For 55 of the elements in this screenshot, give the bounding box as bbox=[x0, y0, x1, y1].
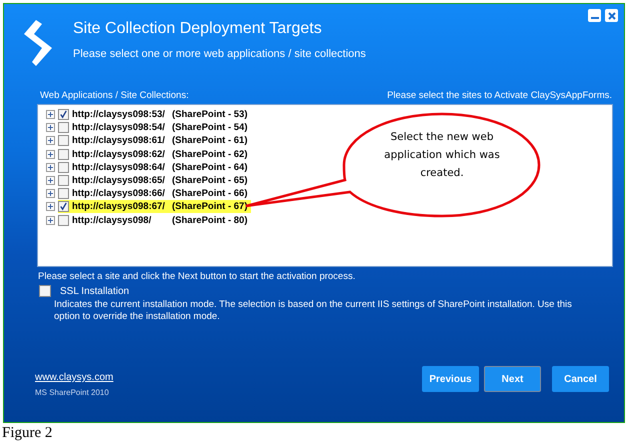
site-name: (SharePoint - 65) bbox=[172, 175, 248, 186]
minimize-button[interactable] bbox=[588, 9, 601, 22]
window-subtitle: Please select one or more web applications / site collections bbox=[73, 48, 367, 60]
expand-icon[interactable] bbox=[46, 136, 55, 146]
site-name: (SharePoint - 80) bbox=[172, 214, 248, 226]
cancel-button[interactable]: Cancel bbox=[552, 366, 609, 392]
site-checkbox[interactable] bbox=[58, 122, 69, 134]
ssl-checkbox[interactable] bbox=[39, 285, 51, 297]
minimize-icon bbox=[590, 16, 598, 18]
site-url: http://claysys098:54/ bbox=[72, 122, 166, 134]
site-checkbox[interactable] bbox=[58, 162, 69, 173]
ssl-description: Indicates the current installation mode. The selection is based on the current IIS settings of SharePoint installation. Use this option to override the installation mode. bbox=[54, 299, 573, 323]
previous-button[interactable]: Previous bbox=[422, 366, 479, 392]
next-button[interactable]: Next bbox=[484, 366, 541, 392]
list-hint: Please select the sites to Activate ClaySysAppForms. bbox=[387, 90, 612, 103]
close-icon bbox=[606, 10, 616, 20]
expand-icon[interactable] bbox=[46, 150, 55, 159]
site-name: (SharePoint - 67) bbox=[172, 201, 248, 212]
figure-caption: Figure 2 bbox=[2, 425, 54, 442]
site-checkbox[interactable] bbox=[58, 175, 69, 186]
site-checkbox[interactable] bbox=[58, 214, 69, 226]
site-checkbox[interactable] bbox=[58, 188, 69, 200]
close-button[interactable] bbox=[605, 9, 618, 22]
expand-icon[interactable] bbox=[46, 110, 55, 120]
callout-text: Select the new web application which was created. bbox=[383, 130, 501, 181]
expand-icon[interactable] bbox=[46, 202, 55, 212]
window-title: Site Collection Deployment Targets bbox=[73, 20, 323, 38]
site-checkbox[interactable] bbox=[58, 109, 69, 120]
site-name: (SharePoint - 61) bbox=[172, 135, 248, 146]
site-name: (SharePoint - 66) bbox=[172, 188, 248, 200]
site-checkbox[interactable] bbox=[58, 135, 69, 146]
site-name: (SharePoint - 53) bbox=[172, 109, 248, 120]
site-url: http://claysys098:62/ bbox=[72, 148, 166, 160]
site-checkbox[interactable] bbox=[58, 201, 69, 212]
expand-icon[interactable] bbox=[46, 123, 55, 132]
expand-icon[interactable] bbox=[46, 176, 55, 186]
expand-icon[interactable] bbox=[46, 189, 55, 198]
site-checkbox[interactable] bbox=[58, 148, 69, 160]
list-label: Web Applications / Site Collections: bbox=[40, 90, 189, 103]
site-name: (SharePoint - 54) bbox=[172, 122, 248, 134]
website-link[interactable]: www.claysys.com bbox=[35, 372, 114, 383]
ssl-label: SSL Installation bbox=[60, 286, 130, 296]
instruction-text: Please select a site and click the Next button to start the activation process. bbox=[38, 271, 356, 282]
site-name: (SharePoint - 64) bbox=[172, 162, 248, 173]
site-url: http://claysys098:66/ bbox=[72, 188, 166, 200]
site-url: http://claysys098:67/ bbox=[72, 201, 166, 212]
site-name: (SharePoint - 62) bbox=[172, 148, 248, 160]
site-url: http://claysys098:53/ bbox=[72, 109, 166, 120]
expand-icon[interactable] bbox=[46, 216, 55, 225]
site-url: http://claysys098:61/ bbox=[72, 135, 166, 146]
site-url: http://claysys098:65/ bbox=[72, 175, 166, 186]
product-label: MS SharePoint 2010 bbox=[35, 388, 110, 397]
site-url: http://claysys098:64/ bbox=[72, 162, 166, 173]
expand-icon[interactable] bbox=[46, 162, 55, 172]
site-url: http://claysys098/ bbox=[72, 214, 152, 226]
